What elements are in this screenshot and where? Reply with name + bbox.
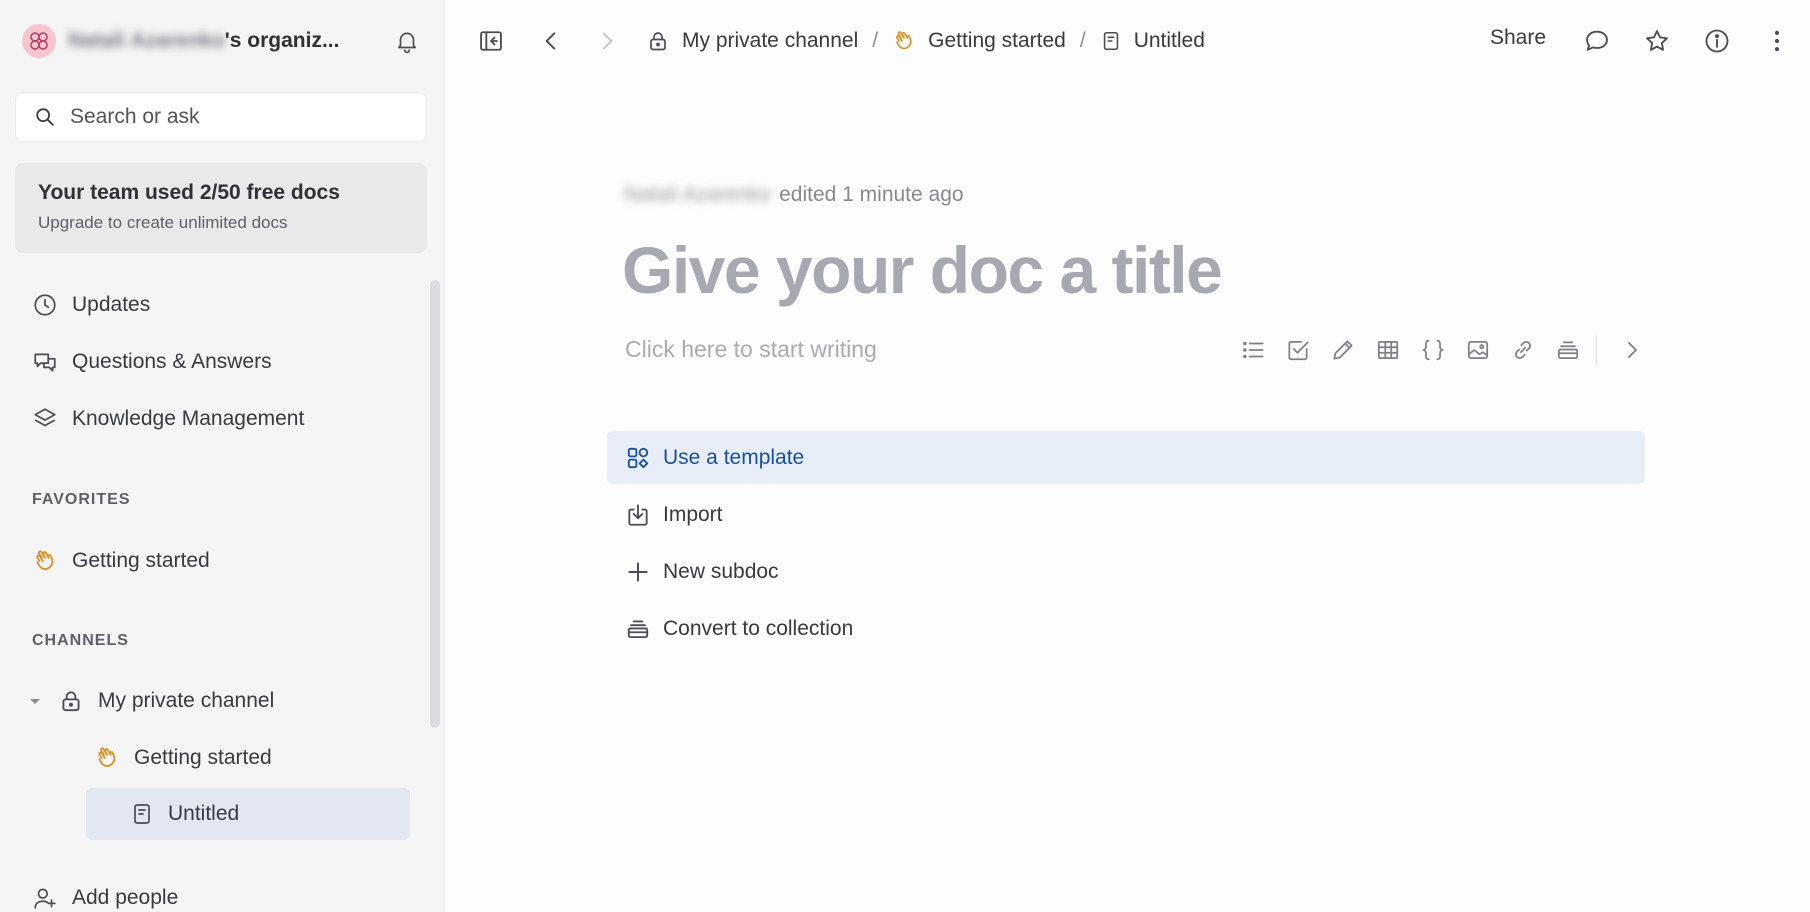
back-icon[interactable] [536, 26, 566, 56]
org-avatar [22, 24, 56, 58]
breadcrumb-label: My private channel [682, 29, 859, 52]
search-input[interactable] [70, 105, 410, 129]
collection-icon[interactable] [1545, 334, 1590, 366]
upgrade-title: Your team used 2/50 free docs [38, 181, 340, 204]
code-braces-icon[interactable] [1410, 334, 1455, 366]
breadcrumb-label: Untitled [1133, 29, 1205, 52]
new-subdoc-button[interactable]: New subdoc [607, 545, 1645, 598]
image-icon[interactable] [1455, 334, 1500, 366]
import-button[interactable]: Import [607, 488, 1645, 541]
sidebar-item-knowledge-management[interactable]: Knowledge Management [32, 399, 304, 439]
action-label: New subdoc [663, 559, 779, 583]
channel-label: My private channel [98, 689, 275, 712]
editor-name: Natali Azarenko [624, 183, 772, 206]
action-label: Convert to collection [663, 616, 854, 640]
chevron-right-icon[interactable] [1609, 334, 1654, 366]
star-icon[interactable] [1642, 26, 1672, 56]
notifications-bell-icon[interactable] [394, 28, 420, 54]
forward-icon[interactable] [592, 26, 622, 56]
sidebar-item-label: Updates [72, 293, 151, 316]
collapse-sidebar-icon[interactable] [476, 26, 506, 56]
breadcrumb-my-private-channel[interactable]: My private channel [646, 29, 858, 53]
layers-icon [32, 406, 58, 432]
channel-doc-label: Untitled [168, 802, 240, 825]
format-toolbar [1230, 334, 1654, 366]
comment-icon[interactable] [1582, 26, 1612, 56]
upgrade-banner[interactable]: Your team used 2/50 free docs Upgrade to… [15, 163, 427, 253]
info-icon[interactable] [1702, 26, 1732, 56]
doc-title-input[interactable]: Give your doc a title [622, 232, 1223, 308]
sidebar-item-updates[interactable]: Updates [32, 285, 150, 325]
add-person-icon [32, 885, 58, 911]
breadcrumb-label: Getting started [928, 29, 1066, 52]
plus-icon [625, 559, 651, 585]
add-people-label: Add people [72, 886, 179, 909]
org-owner-name: Natali Azarenko [68, 29, 225, 52]
chat-bubbles-icon [32, 349, 58, 375]
channel-doc-getting-started[interactable]: Getting started [94, 732, 394, 784]
breadcrumb: My private channel / Getting started / U… [646, 26, 1205, 56]
channel-doc-untitled[interactable]: Untitled [86, 788, 410, 840]
search-box[interactable] [15, 92, 427, 142]
document-icon [1100, 30, 1122, 52]
lock-icon [58, 688, 84, 714]
import-icon [625, 502, 651, 528]
search-icon [34, 106, 56, 128]
add-people-button[interactable]: Add people [32, 878, 178, 912]
pencil-icon[interactable] [1320, 334, 1365, 366]
breadcrumb-separator: / [872, 29, 879, 52]
favorite-item-label: Getting started [72, 549, 210, 572]
org-name: Natali Azarenko's organiz... [68, 29, 348, 53]
favorite-item-getting-started[interactable]: Getting started [32, 541, 210, 581]
org-switcher[interactable]: Natali Azarenko's organiz... [22, 22, 422, 60]
action-label: Use a template [663, 445, 805, 469]
favorites-heading: FAVORITES [32, 491, 131, 508]
table-icon[interactable] [1365, 334, 1410, 366]
use-template-button[interactable]: Use a template [607, 431, 1645, 484]
link-icon[interactable] [1500, 334, 1545, 366]
caret-down-icon[interactable] [26, 692, 44, 710]
sidebar-item-label: Questions & Answers [72, 350, 272, 373]
org-name-suffix: 's organiz... [224, 29, 340, 52]
template-icon [625, 445, 651, 471]
bulleted-list-icon[interactable] [1230, 334, 1275, 366]
more-options-icon[interactable] [1762, 26, 1792, 56]
channels-heading: CHANNELS [32, 632, 129, 649]
checklist-icon[interactable] [1275, 334, 1320, 366]
collection-icon [625, 616, 651, 642]
channel-my-private-channel[interactable]: My private channel [26, 675, 406, 727]
lock-icon [646, 29, 670, 53]
sidebar-scrollbar[interactable] [430, 280, 440, 728]
toolbar-divider [1596, 335, 1597, 365]
sidebar: Natali Azarenko's organiz... Your team u… [0, 0, 445, 912]
waving-hand-icon [94, 745, 120, 771]
upgrade-subtitle: Upgrade to create unlimited docs [38, 213, 288, 232]
channel-doc-label: Getting started [134, 746, 272, 769]
doc-meta: Natali Azarenko edited 1 minute ago [624, 183, 964, 207]
breadcrumb-untitled[interactable]: Untitled [1100, 29, 1205, 53]
sidebar-item-label: Knowledge Management [72, 407, 305, 430]
waving-hand-icon [32, 548, 58, 574]
doc-body-input[interactable]: Click here to start writing [625, 336, 877, 363]
share-button[interactable]: Share [1490, 26, 1546, 50]
breadcrumb-getting-started[interactable]: Getting started [892, 29, 1066, 53]
waving-hand-icon [892, 29, 916, 53]
document-icon [130, 802, 154, 826]
breadcrumb-separator: / [1079, 29, 1086, 52]
action-label: Import [663, 502, 723, 526]
clock-icon [32, 292, 58, 318]
convert-to-collection-button[interactable]: Convert to collection [607, 602, 1645, 655]
top-bar: My private channel / Getting started / U… [446, 0, 1810, 82]
edited-time: edited 1 minute ago [779, 183, 964, 206]
sidebar-item-questions-answers[interactable]: Questions & Answers [32, 342, 272, 382]
